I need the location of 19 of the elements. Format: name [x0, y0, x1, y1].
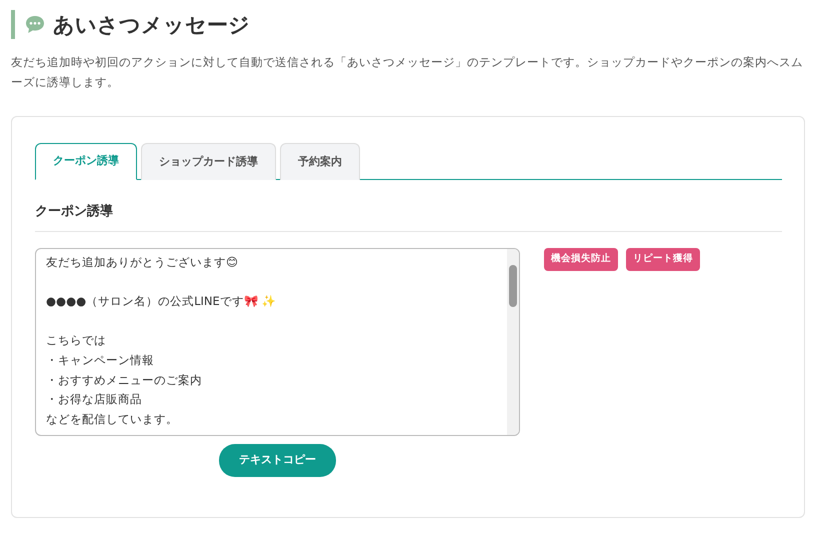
message-line: ・おすすめメニューのご案内 — [46, 372, 203, 389]
message-field[interactable]: 友だち追加ありがとうございます😊 ●●●●（サロン名）の公式LINEです🎀 ✨ こちらでは ・キャンペーン情報 ・おすすめメニューのご案内 ・お得な店販商品 などを配信しています。 — [35, 248, 520, 436]
message-line: ・お得な店販商品 — [46, 391, 143, 408]
copy-text-button[interactable]: テキストコピー — [219, 444, 336, 477]
scrollbar[interactable] — [507, 249, 519, 436]
tag: リピート獲得 — [626, 248, 700, 271]
message-line: ●●●●（サロン名）の公式LINEです🎀 ✨ — [46, 293, 276, 310]
message-line: 友だち追加ありがとうございます😊 — [46, 254, 239, 272]
message-line: ・キャンペーン情報 — [46, 352, 155, 370]
speech-bubble-icon — [25, 15, 45, 34]
tab[interactable]: クーポン誘導 — [35, 143, 137, 180]
section-title: クーポン誘導 — [35, 202, 782, 232]
message-line: こちらでは — [46, 332, 107, 350]
tab[interactable]: 予約案内 — [280, 143, 360, 180]
description-text: 友だち追加時や初回のアクションに対して自動で送信される「あいさつメッセージ」のテンプレートです。ショップカードやクーポンの案内へスムーズに誘導します。 — [11, 54, 804, 91]
message-line: などを配信しています。 — [46, 410, 179, 428]
page-title: あいさつメッセージ — [53, 12, 250, 38]
tag: 機会損失防止 — [544, 248, 618, 271]
tab[interactable]: ショップカード誘導 — [141, 143, 276, 180]
